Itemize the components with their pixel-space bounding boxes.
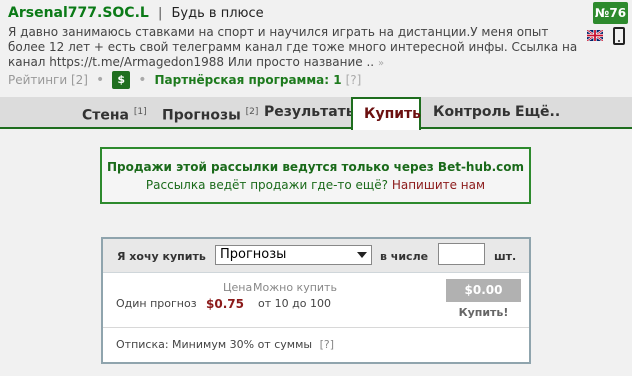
unsubscribe-info: Отписка: Минимум 30% от суммы [?] (116, 338, 334, 351)
separator-dot: • (138, 72, 147, 88)
item-price: $0.75 (206, 297, 244, 311)
channel-header: Arsenal777.SOC.L | Будь в плюсе №76 Я да… (0, 0, 632, 97)
item-label: Один прогноз (116, 297, 197, 310)
rank-badge: №76 (593, 2, 628, 24)
chevron-down-icon (357, 252, 367, 258)
channel-tagline: Будь в плюсе (171, 6, 264, 21)
notice-title: Продажи этой рассылки ведутся только чер… (106, 160, 525, 174)
tab-forecasts[interactable]: Прогнозы [2] (162, 97, 258, 128)
price-header: Цена (223, 281, 253, 294)
tab-wall[interactable]: Стена [1] (82, 97, 147, 128)
count-label: в числе (380, 250, 429, 263)
available-header: Можно купить (253, 281, 337, 294)
dollar-icon[interactable]: $ (112, 71, 131, 89)
description-text: Я давно занимаюсь ставками на спорт и на… (8, 25, 578, 69)
tab-more[interactable]: Ещё.. (515, 97, 560, 128)
channel-name[interactable]: Arsenal777.SOC.L (8, 5, 149, 21)
notice-question: Рассылка ведёт продажи где-то ещё? (145, 178, 388, 192)
product-select-value: Прогнозы (220, 247, 287, 262)
tab-results[interactable]: Результаты (264, 97, 358, 128)
tab-control[interactable]: Контроль (433, 97, 511, 128)
notice-subtext: Рассылка ведёт продажи где-то ещё? Напиш… (102, 178, 529, 192)
tab-control-label: Контроль (433, 104, 511, 120)
tab-buy-label: Купить (364, 106, 422, 122)
contact-us-link[interactable]: Напишите нам (392, 178, 485, 192)
unsubscribe-label: Отписка: (116, 338, 169, 351)
tab-more-label: Ещё.. (515, 104, 561, 120)
purchase-form: Я хочу купить Прогнозы в числе шт. Цена … (101, 237, 531, 364)
quantity-input[interactable] (438, 243, 485, 265)
tab-buy[interactable]: Купить (351, 97, 421, 130)
tab-results-label: Результаты (264, 104, 359, 120)
partner-program-link[interactable]: Партнёрская программа: 1 (155, 73, 342, 87)
ratings-label: Рейтинги (8, 73, 68, 87)
total-amount: $0.00 (446, 279, 521, 302)
purchase-form-header: Я хочу купить Прогнозы в числе шт. (103, 239, 529, 273)
quantity-range: от 10 до 100 (258, 297, 331, 310)
tab-bar: Стена [1] Прогнозы [2] Результаты Купить… (0, 97, 632, 130)
separator-dot: • (95, 72, 105, 88)
title-separator: | (157, 6, 163, 21)
buy-button[interactable]: Купить! (446, 306, 521, 319)
buy-page: Продажи этой рассылки ведутся только чер… (0, 131, 632, 376)
tab-wall-label: Стена (82, 107, 130, 124)
unsubscribe-text: Минимум 30% от суммы (172, 338, 313, 351)
tab-forecasts-label: Прогнозы (162, 107, 241, 124)
tab-wall-count: [1] (133, 107, 147, 117)
product-select[interactable]: Прогнозы (215, 245, 372, 265)
unsubscribe-help-link[interactable]: [?] (320, 338, 334, 351)
title-line: Arsenal777.SOC.L | Будь в плюсе (8, 5, 264, 21)
mobile-phone-icon[interactable] (613, 27, 625, 45)
units-label: шт. (494, 250, 517, 263)
tab-forecasts-count: [2] (245, 107, 259, 117)
ratings-count: [2] (70, 73, 88, 87)
ratings-link[interactable]: Рейтинги [2] (8, 73, 88, 87)
channel-description: Я давно занимаюсь ставками на спорт и на… (8, 25, 578, 71)
partner-help-link[interactable]: [?] (346, 73, 362, 87)
want-to-buy-label: Я хочу купить (117, 250, 206, 263)
meta-row: Рейтинги [2] • $ • Партнёрская программа… (8, 70, 361, 90)
sales-notice: Продажи этой рассылки ведутся только чер… (100, 147, 531, 204)
price-row: Цена Можно купить Один прогноз $0.75 от … (103, 273, 529, 328)
uk-flag-icon[interactable] (587, 30, 603, 41)
expand-description-icon[interactable]: » (378, 58, 384, 69)
